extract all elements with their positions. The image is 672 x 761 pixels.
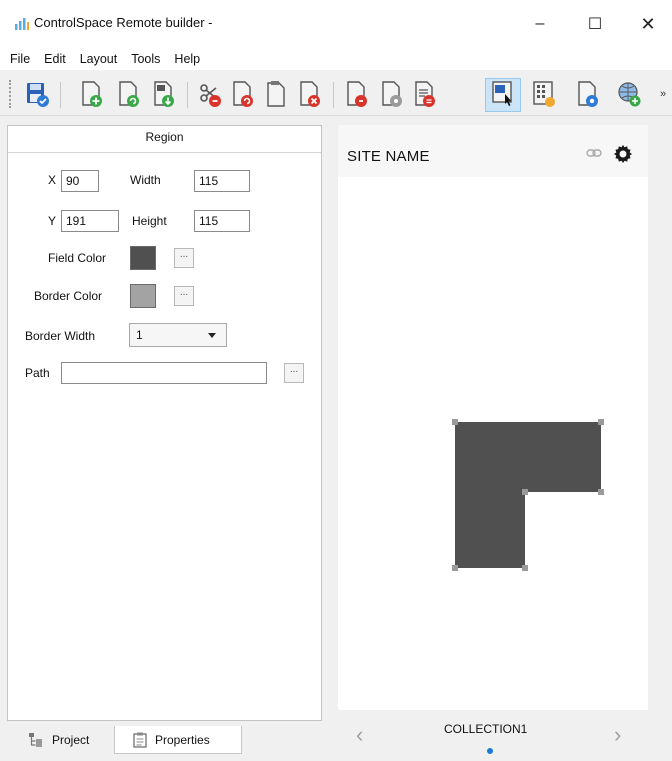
site-name: SITE NAME (347, 148, 430, 165)
tab-project[interactable]: Project (18, 726, 113, 754)
chevron-down-icon (208, 333, 216, 338)
resize-handle[interactable] (522, 489, 528, 495)
link-icon[interactable] (586, 146, 602, 160)
x-field[interactable]: 90 (61, 170, 99, 192)
save-icon (27, 83, 49, 107)
resize-handle[interactable] (598, 419, 604, 425)
gear-icon[interactable] (612, 143, 634, 165)
page-red-icon (347, 81, 367, 107)
refresh-page-button[interactable] (115, 78, 143, 110)
page-list-button[interactable] (411, 78, 439, 110)
maximize-button[interactable]: ☐ (575, 10, 615, 38)
resize-handle[interactable] (598, 489, 604, 495)
toolbar-grip[interactable] (9, 80, 12, 108)
remove-region-button[interactable] (343, 78, 371, 110)
menu-bar: File Edit Layout Tools Help (0, 48, 672, 70)
panel-header: Region (145, 130, 184, 144)
window-title: ControlSpace Remote builder - (34, 15, 213, 30)
paste-page-button[interactable] (262, 78, 290, 110)
border-color-swatch[interactable] (130, 284, 156, 308)
toolbar-separator (60, 82, 61, 108)
x-label: X (48, 173, 57, 187)
border-color-label: Border Color (34, 289, 103, 303)
save-button[interactable] (24, 78, 52, 110)
keypad-icon (533, 81, 555, 107)
tab-project-label: Project (52, 733, 90, 747)
page-icon (267, 81, 285, 107)
menu-file[interactable]: File (10, 52, 30, 66)
resize-handle[interactable] (452, 419, 458, 425)
page-blue-icon (578, 81, 598, 107)
web-preview-button[interactable] (616, 78, 644, 110)
export-page-button[interactable] (150, 78, 178, 110)
page-gray-icon (382, 81, 402, 107)
keypad-button[interactable] (530, 78, 558, 110)
height-field[interactable]: 115 (194, 210, 250, 232)
preview-canvas[interactable] (338, 125, 648, 710)
field-color-label: Field Color (48, 251, 107, 265)
path-label: Path (25, 366, 50, 380)
height-label: Height (132, 214, 167, 228)
tab-properties[interactable]: Properties (114, 726, 242, 754)
app-icon (15, 18, 29, 30)
toolbar-separator (187, 82, 188, 108)
new-page-icon (82, 81, 102, 107)
cut-icon (200, 84, 221, 107)
page-list-icon (415, 81, 435, 107)
project-tree-icon (29, 733, 42, 747)
delete-page-icon (300, 81, 320, 107)
new-page-button[interactable] (78, 78, 106, 110)
properties-panel: Region X 90 Width 115 Y 191 Height 115 F… (7, 125, 322, 721)
menu-help[interactable]: Help (174, 52, 200, 66)
border-width-value: 1 (136, 328, 143, 342)
cut-button[interactable] (196, 78, 224, 110)
menu-edit[interactable]: Edit (44, 52, 66, 66)
toolbar-separator (333, 82, 334, 108)
collection-label: COLLECTION1 (444, 722, 528, 736)
page-properties-button[interactable] (574, 78, 602, 110)
width-label: Width (130, 173, 161, 187)
region-settings-button[interactable] (378, 78, 406, 110)
y-label: Y (48, 214, 57, 228)
resize-handle[interactable] (522, 565, 528, 571)
toolbar-overflow-button[interactable]: » (660, 88, 666, 100)
page-indicator-dot (487, 748, 493, 754)
border-width-label: Border Width (25, 329, 96, 343)
globe-icon (618, 82, 641, 107)
field-color-swatch[interactable] (130, 246, 156, 270)
previous-collection-button[interactable]: ‹ (356, 722, 363, 748)
export-page-icon (154, 81, 174, 107)
field-color-browse-button[interactable]: ... (174, 248, 194, 268)
next-collection-button[interactable]: › (614, 722, 621, 748)
divider (8, 152, 321, 153)
path-browse-button[interactable]: ... (284, 363, 304, 383)
delete-page-button[interactable] (296, 78, 324, 110)
border-color-browse-button[interactable]: ... (174, 286, 194, 306)
menu-layout[interactable]: Layout (80, 52, 118, 66)
region-tool-icon (492, 81, 512, 106)
close-button[interactable]: ✕ (628, 10, 668, 38)
width-field[interactable]: 115 (194, 170, 250, 192)
path-field[interactable] (61, 362, 267, 384)
clipboard-icon (133, 732, 147, 748)
copy-page-button[interactable] (229, 78, 257, 110)
y-field[interactable]: 191 (61, 210, 119, 232)
region-tool-button[interactable] (489, 78, 517, 110)
minimize-button[interactable]: – (520, 10, 560, 38)
resize-handle[interactable] (452, 565, 458, 571)
menu-tools[interactable]: Tools (131, 52, 160, 66)
refresh-page-icon (119, 81, 139, 107)
page-copy-icon (233, 81, 253, 107)
tab-properties-label: Properties (155, 732, 210, 747)
